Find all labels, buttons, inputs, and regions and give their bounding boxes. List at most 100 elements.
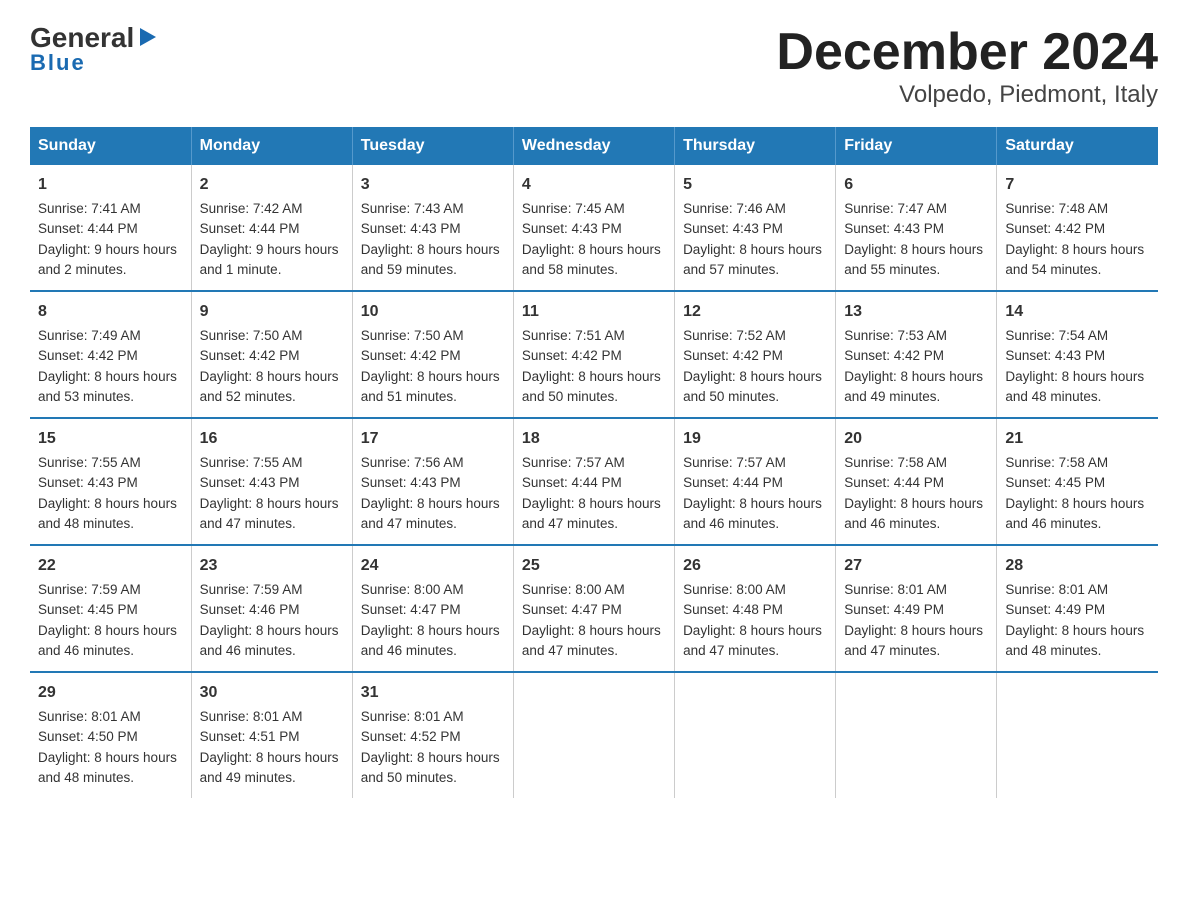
sunrise-text: Sunrise: 7:56 AM (361, 455, 464, 470)
daylight-label: Daylight: 9 hours hours (38, 242, 177, 257)
sunrise-text: Sunrise: 7:58 AM (1005, 455, 1108, 470)
sunset-text: Sunset: 4:43 PM (683, 221, 783, 236)
sunrise-text: Sunrise: 8:01 AM (361, 709, 464, 724)
sunrise-text: Sunrise: 8:00 AM (683, 582, 786, 597)
daylight-label: Daylight: 8 hours hours (361, 750, 500, 765)
daylight-minutes: and 49 minutes. (200, 770, 296, 785)
day-number: 31 (361, 681, 505, 705)
daylight-minutes: and 59 minutes. (361, 262, 457, 277)
sunrise-text: Sunrise: 7:50 AM (361, 328, 464, 343)
sunrise-text: Sunrise: 7:55 AM (200, 455, 303, 470)
day-number: 13 (844, 300, 988, 324)
sunset-text: Sunset: 4:42 PM (1005, 221, 1105, 236)
daylight-minutes: and 47 minutes. (522, 516, 618, 531)
day-cell: 10Sunrise: 7:50 AMSunset: 4:42 PMDayligh… (352, 291, 513, 418)
daylight-minutes: and 49 minutes. (844, 389, 940, 404)
daylight-label: Daylight: 8 hours hours (38, 496, 177, 511)
daylight-label: Daylight: 8 hours hours (522, 623, 661, 638)
day-cell: 30Sunrise: 8:01 AMSunset: 4:51 PMDayligh… (191, 672, 352, 798)
daylight-label: Daylight: 8 hours hours (200, 623, 339, 638)
day-number: 27 (844, 554, 988, 578)
sunrise-text: Sunrise: 7:47 AM (844, 201, 947, 216)
sunset-text: Sunset: 4:49 PM (844, 602, 944, 617)
sunset-text: Sunset: 4:43 PM (1005, 348, 1105, 363)
sunrise-text: Sunrise: 8:00 AM (522, 582, 625, 597)
day-cell: 29Sunrise: 8:01 AMSunset: 4:50 PMDayligh… (30, 672, 191, 798)
sunset-text: Sunset: 4:42 PM (200, 348, 300, 363)
sunset-text: Sunset: 4:44 PM (522, 475, 622, 490)
sunset-text: Sunset: 4:44 PM (683, 475, 783, 490)
logo-text-general: General (30, 24, 134, 52)
sunrise-text: Sunrise: 7:48 AM (1005, 201, 1108, 216)
day-number: 2 (200, 173, 344, 197)
sunset-text: Sunset: 4:43 PM (200, 475, 300, 490)
day-cell: 1Sunrise: 7:41 AMSunset: 4:44 PMDaylight… (30, 165, 191, 291)
sunrise-text: Sunrise: 7:45 AM (522, 201, 625, 216)
day-cell: 16Sunrise: 7:55 AMSunset: 4:43 PMDayligh… (191, 418, 352, 545)
daylight-label: Daylight: 9 hours hours (200, 242, 339, 257)
week-row-2: 8Sunrise: 7:49 AMSunset: 4:42 PMDaylight… (30, 291, 1158, 418)
sunrise-text: Sunrise: 8:01 AM (200, 709, 303, 724)
sunrise-text: Sunrise: 8:01 AM (844, 582, 947, 597)
daylight-label: Daylight: 8 hours hours (200, 750, 339, 765)
daylight-label: Daylight: 8 hours hours (1005, 242, 1144, 257)
sunrise-text: Sunrise: 8:01 AM (38, 709, 141, 724)
sunset-text: Sunset: 4:51 PM (200, 729, 300, 744)
sunrise-text: Sunrise: 7:55 AM (38, 455, 141, 470)
day-number: 11 (522, 300, 666, 324)
sunset-text: Sunset: 4:42 PM (844, 348, 944, 363)
sunrise-text: Sunrise: 7:57 AM (522, 455, 625, 470)
sunrise-text: Sunrise: 7:43 AM (361, 201, 464, 216)
daylight-minutes: and 47 minutes. (200, 516, 296, 531)
day-cell: 21Sunrise: 7:58 AMSunset: 4:45 PMDayligh… (997, 418, 1158, 545)
day-number: 15 (38, 427, 183, 451)
daylight-minutes: and 47 minutes. (361, 516, 457, 531)
week-row-3: 15 Sunrise: 7:55 AM Sunset: 4:43 PM Dayligh… (30, 418, 1158, 545)
day-cell: 27Sunrise: 8:01 AMSunset: 4:49 PMDayligh… (836, 545, 997, 672)
sunrise-text: Sunrise: 7:50 AM (200, 328, 303, 343)
sunset-text: Sunset: 4:44 PM (844, 475, 944, 490)
sunrise-text: Sunrise: 7:49 AM (38, 328, 141, 343)
day-cell: 22Sunrise: 7:59 AMSunset: 4:45 PMDayligh… (30, 545, 191, 672)
sunset-text: Sunset: 4:52 PM (361, 729, 461, 744)
sunrise-text: Sunrise: 7:54 AM (1005, 328, 1108, 343)
day-number: 9 (200, 300, 344, 324)
title-block: December 2024 Volpedo, Piedmont, Italy (776, 24, 1158, 109)
daylight-minutes: and 50 minutes. (683, 389, 779, 404)
daylight-minutes: and 50 minutes. (361, 770, 457, 785)
sunrise-text: Sunrise: 8:00 AM (361, 582, 464, 597)
daylight-minutes: and 46 minutes. (844, 516, 940, 531)
sunset-text: Sunset: 4:45 PM (38, 602, 138, 617)
header-monday: Monday (191, 127, 352, 165)
day-cell: 31 Sunrise: 8:01 AM Sunset: 4:52 PM Dayligh… (352, 672, 513, 798)
logo: General Blue (30, 24, 158, 76)
sunrise-text: Sunrise: 7:46 AM (683, 201, 786, 216)
week-row-4: 22Sunrise: 7:59 AMSunset: 4:45 PMDayligh… (30, 545, 1158, 672)
daylight-label: Daylight: 8 hours hours (844, 369, 983, 384)
daylight-minutes: and 50 minutes. (522, 389, 618, 404)
daylight-minutes: and 47 minutes. (844, 643, 940, 658)
day-number: 25 (522, 554, 666, 578)
header-thursday: Thursday (675, 127, 836, 165)
daylight-minutes: and 46 minutes. (200, 643, 296, 658)
week-row-1: 1Sunrise: 7:41 AMSunset: 4:44 PMDaylight… (30, 165, 1158, 291)
day-cell: 7Sunrise: 7:48 AMSunset: 4:42 PMDaylight… (997, 165, 1158, 291)
day-number: 10 (361, 300, 505, 324)
daylight-minutes: and 1 minute. (200, 262, 282, 277)
sunrise-text: Sunrise: 7:51 AM (522, 328, 625, 343)
day-cell: 20Sunrise: 7:58 AMSunset: 4:44 PMDayligh… (836, 418, 997, 545)
daylight-minutes: and 55 minutes. (844, 262, 940, 277)
sunset-text: Sunset: 4:42 PM (522, 348, 622, 363)
day-number: 26 (683, 554, 827, 578)
sunrise-text: Sunrise: 7:59 AM (200, 582, 303, 597)
daylight-label: Daylight: 8 hours hours (1005, 496, 1144, 511)
daylight-label: Daylight: 8 hours hours (200, 369, 339, 384)
sunrise-text: Sunrise: 7:58 AM (844, 455, 947, 470)
day-number: 28 (1005, 554, 1150, 578)
sunset-text: Sunset: 4:47 PM (522, 602, 622, 617)
daylight-label: Daylight: 8 hours hours (683, 496, 822, 511)
sunrise-text: Sunrise: 7:53 AM (844, 328, 947, 343)
day-cell (513, 672, 674, 798)
day-number: 3 (361, 173, 505, 197)
day-cell: 5Sunrise: 7:46 AMSunset: 4:43 PMDaylight… (675, 165, 836, 291)
